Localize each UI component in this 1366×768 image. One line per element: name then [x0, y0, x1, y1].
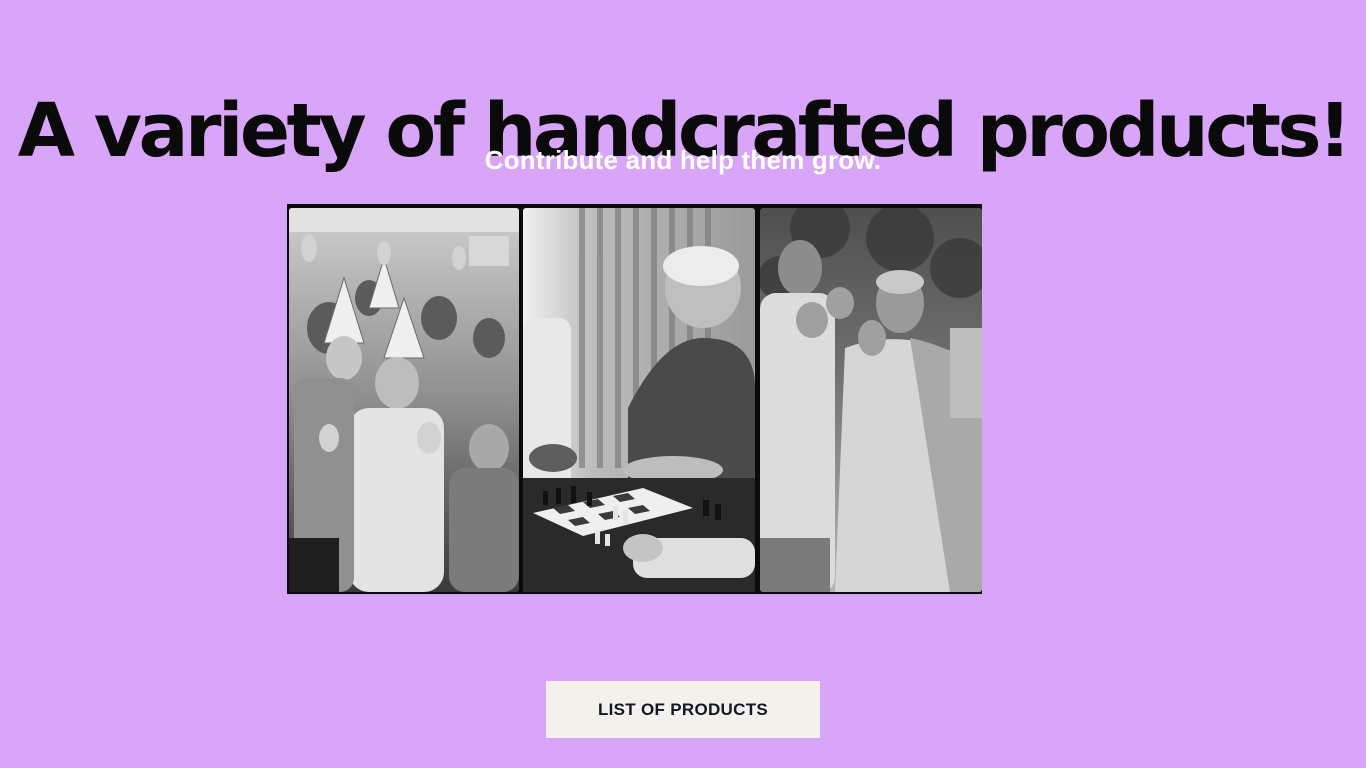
page-subheadline: Contribute and help them grow. — [484, 145, 882, 175]
list-of-products-button[interactable]: LIST OF PRODUCTS — [546, 681, 820, 738]
chess-photo — [523, 208, 755, 592]
celebration-photo — [289, 208, 519, 592]
photo-collage — [287, 204, 982, 594]
couple-photo — [760, 208, 982, 592]
